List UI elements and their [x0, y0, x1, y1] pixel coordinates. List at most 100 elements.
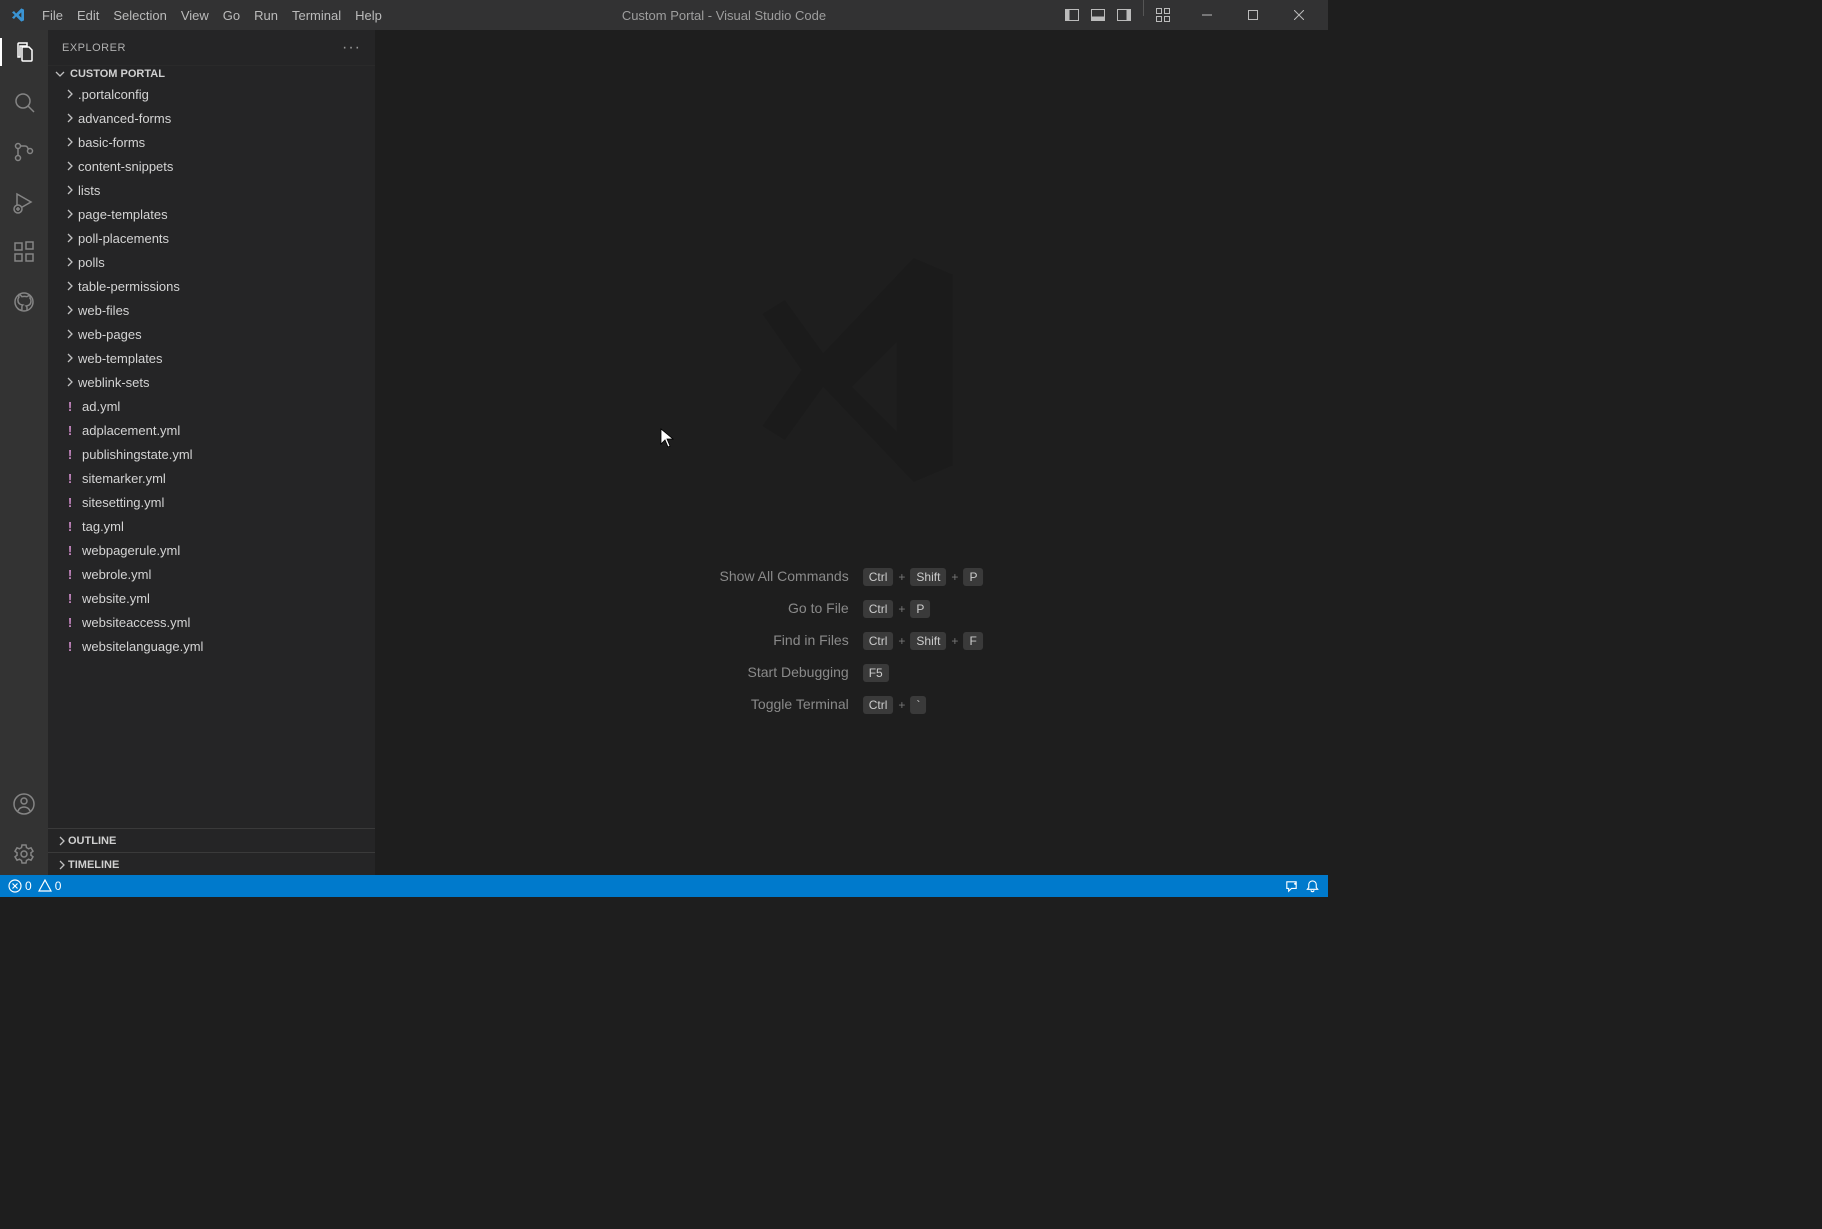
- folder-item[interactable]: poll-placements: [48, 226, 375, 250]
- file-item[interactable]: !sitesetting.yml: [48, 490, 375, 514]
- file-label: websiteaccess.yml: [82, 615, 190, 630]
- keycap: F: [963, 632, 982, 650]
- menu-terminal[interactable]: Terminal: [285, 8, 348, 23]
- keycap: `: [910, 696, 926, 714]
- activity-run-debug-icon[interactable]: [0, 188, 48, 216]
- toggle-primary-sidebar-icon[interactable]: [1059, 0, 1085, 30]
- chevron-right-icon: [62, 352, 78, 364]
- folder-label: weblink-sets: [78, 375, 150, 390]
- file-label: website.yml: [82, 591, 150, 606]
- status-errors[interactable]: 0: [8, 879, 32, 893]
- file-label: webrole.yml: [82, 567, 151, 582]
- timeline-section[interactable]: TIMELINE: [48, 852, 375, 876]
- close-button[interactable]: [1276, 0, 1322, 30]
- file-label: sitemarker.yml: [82, 471, 166, 486]
- activity-accounts-icon[interactable]: [0, 790, 48, 818]
- folder-item[interactable]: web-files: [48, 298, 375, 322]
- activity-github-icon[interactable]: [0, 288, 48, 316]
- file-label: ad.yml: [82, 399, 120, 414]
- status-bell-icon[interactable]: [1305, 879, 1320, 894]
- minimize-button[interactable]: [1184, 0, 1230, 30]
- shortcut-label: Show All Commands: [720, 560, 863, 592]
- folder-label: lists: [78, 183, 100, 198]
- folder-label: web-files: [78, 303, 129, 318]
- file-item[interactable]: ! websitelanguage.yml: [48, 634, 375, 658]
- file-tree[interactable]: .portalconfigadvanced-formsbasic-formsco…: [48, 82, 375, 828]
- menu-file[interactable]: File: [35, 8, 70, 23]
- file-item[interactable]: !webrole.yml: [48, 562, 375, 586]
- menu-help[interactable]: Help: [348, 8, 389, 23]
- keycap: Ctrl: [863, 632, 894, 650]
- folder-root-header[interactable]: CUSTOM PORTAL: [48, 65, 375, 82]
- chevron-right-icon: [62, 304, 78, 316]
- chevron-right-icon: [62, 232, 78, 244]
- menu-go[interactable]: Go: [216, 8, 247, 23]
- activity-search-icon[interactable]: [0, 88, 48, 116]
- explorer-more-icon[interactable]: ···: [342, 39, 361, 57]
- file-item[interactable]: !sitemarker.yml: [48, 466, 375, 490]
- folder-item[interactable]: lists: [48, 178, 375, 202]
- menu-view[interactable]: View: [174, 8, 216, 23]
- folder-item[interactable]: basic-forms: [48, 130, 375, 154]
- folder-item[interactable]: web-templates: [48, 346, 375, 370]
- file-item[interactable]: !ad.yml: [48, 394, 375, 418]
- window-title: Custom Portal - Visual Studio Code: [389, 8, 1059, 23]
- folder-label: table-permissions: [78, 279, 180, 294]
- status-bar: 0 0: [0, 875, 1328, 897]
- maximize-button[interactable]: [1230, 0, 1276, 30]
- file-item[interactable]: !publishingstate.yml: [48, 442, 375, 466]
- file-label: sitesetting.yml: [82, 495, 164, 510]
- keycap: Ctrl: [863, 696, 894, 714]
- folder-item[interactable]: .portalconfig: [48, 82, 375, 106]
- folder-item[interactable]: web-pages: [48, 322, 375, 346]
- shortcut-row: Find in FilesCtrl+Shift+F: [720, 624, 984, 656]
- menu-edit[interactable]: Edit: [70, 8, 106, 23]
- chevron-right-icon: [56, 835, 68, 847]
- folder-item[interactable]: page-templates: [48, 202, 375, 226]
- outline-section[interactable]: OUTLINE: [48, 828, 375, 852]
- shortcut-row: Go to FileCtrl+P: [720, 592, 984, 624]
- errors-count: 0: [25, 879, 32, 893]
- chevron-right-icon: [62, 136, 78, 148]
- folder-item[interactable]: advanced-forms: [48, 106, 375, 130]
- folder-label: poll-placements: [78, 231, 169, 246]
- yaml-file-icon: !: [62, 423, 78, 438]
- file-label: webpagerule.yml: [82, 543, 180, 558]
- folder-item[interactable]: table-permissions: [48, 274, 375, 298]
- file-item[interactable]: !websiteaccess.yml: [48, 610, 375, 634]
- yaml-file-icon: !: [62, 639, 78, 654]
- workbench: EXPLORER ··· CUSTOM PORTAL .portalconfig…: [0, 30, 1328, 876]
- file-item[interactable]: !webpagerule.yml: [48, 538, 375, 562]
- folder-item[interactable]: weblink-sets: [48, 370, 375, 394]
- folder-item[interactable]: content-snippets: [48, 154, 375, 178]
- welcome-shortcuts: Show All CommandsCtrl+Shift+PGo to FileC…: [720, 560, 984, 720]
- file-item[interactable]: !website.yml: [48, 586, 375, 610]
- menu-run[interactable]: Run: [247, 8, 285, 23]
- customize-layout-icon[interactable]: [1150, 0, 1176, 30]
- toggle-secondary-sidebar-icon[interactable]: [1111, 0, 1137, 30]
- folder-root-label: CUSTOM PORTAL: [70, 68, 165, 80]
- folder-label: polls: [78, 255, 105, 270]
- file-item[interactable]: !tag.yml: [48, 514, 375, 538]
- activity-extensions-icon[interactable]: [0, 238, 48, 266]
- menu-selection[interactable]: Selection: [106, 8, 173, 23]
- status-feedback-icon[interactable]: [1284, 879, 1299, 894]
- shortcut-keys: Ctrl+P: [863, 592, 984, 624]
- file-item[interactable]: !adplacement.yml: [48, 418, 375, 442]
- activity-source-control-icon[interactable]: [0, 138, 48, 166]
- activity-settings-icon[interactable]: [0, 840, 48, 868]
- chevron-right-icon: [62, 328, 78, 340]
- shortcut-row: Start DebuggingF5: [720, 656, 984, 688]
- menubar: File Edit Selection View Go Run Terminal…: [35, 8, 389, 23]
- folder-label: web-pages: [78, 327, 142, 342]
- chevron-down-icon: [54, 68, 66, 80]
- shortcut-keys: F5: [863, 656, 984, 688]
- file-label: websitelanguage.yml: [82, 639, 203, 654]
- chevron-right-icon: [62, 256, 78, 268]
- toggle-panel-icon[interactable]: [1085, 0, 1111, 30]
- activity-explorer-icon[interactable]: [0, 38, 48, 66]
- status-warnings[interactable]: 0: [38, 879, 62, 893]
- vscode-logo-icon: [0, 7, 35, 23]
- title-controls: [1059, 0, 1328, 30]
- folder-item[interactable]: polls: [48, 250, 375, 274]
